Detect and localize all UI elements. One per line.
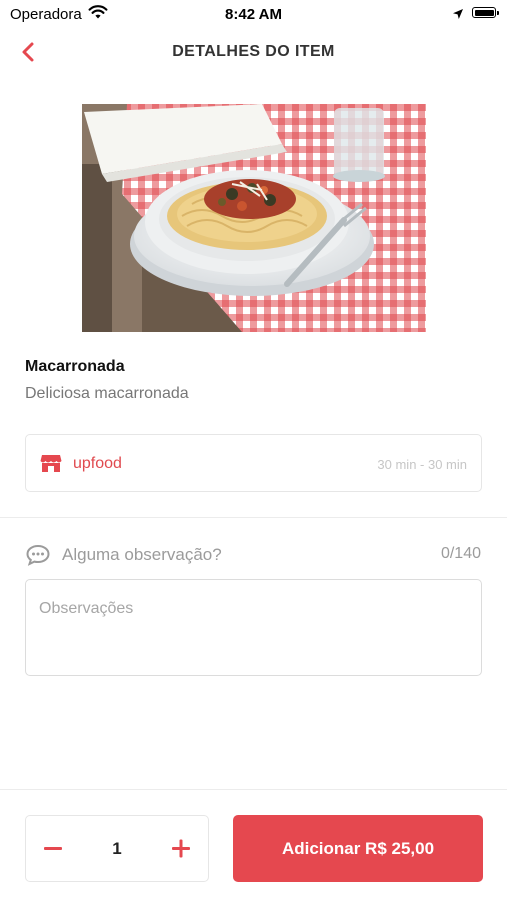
chat-bubble-icon: [26, 544, 50, 571]
item-description: Deliciosa macarronada: [25, 385, 189, 402]
page-title: DETALHES DO ITEM: [172, 43, 335, 60]
battery-icon: [472, 7, 499, 18]
delivery-time: 30 min - 30 min: [377, 457, 467, 472]
store-card[interactable]: upfood 30 min - 30 min: [25, 434, 482, 492]
divider: [0, 789, 507, 790]
item-photo: [82, 104, 426, 332]
divider: [0, 517, 507, 518]
item-name: Macarronada: [25, 358, 125, 375]
character-counter: 0/140: [440, 545, 481, 562]
decrease-quantity-button[interactable]: [26, 816, 80, 881]
status-time: 8:42 AM: [225, 6, 282, 23]
quantity-stepper: 1: [25, 815, 209, 882]
store-name: upfood: [73, 455, 122, 472]
add-to-cart-button[interactable]: Adicionar R$ 25,00: [233, 815, 483, 882]
increase-quantity-button[interactable]: [154, 816, 208, 881]
nav-header: DETALHES DO ITEM: [0, 34, 507, 70]
location-arrow-icon: [452, 7, 464, 25]
storefront-icon: [40, 453, 62, 478]
quantity-value: 1: [112, 839, 122, 858]
plus-icon: [172, 839, 190, 858]
observations-field[interactable]: [25, 579, 482, 676]
minus-icon: [44, 847, 62, 850]
observations-label: Alguma observação?: [62, 545, 222, 564]
status-bar: Operadora 8:42 AM: [0, 0, 507, 28]
